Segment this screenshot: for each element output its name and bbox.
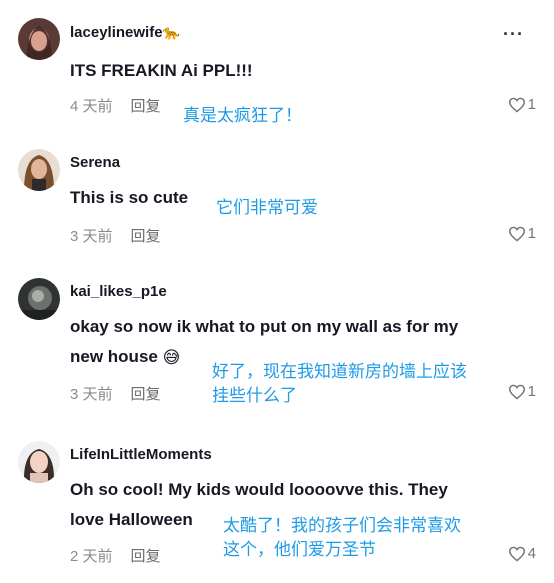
reply-button[interactable]: 回复 <box>131 386 161 403</box>
timestamp: 2 天前 <box>70 548 113 565</box>
heart-outline-icon <box>508 546 525 562</box>
timestamp: 4 天前 <box>70 98 113 115</box>
translation-annotation: 太酷了！我的孩子们会非常喜欢 这个，他们爱万圣节 <box>223 516 461 560</box>
comment-text: ITS FREAKIN Ai PPL!!! <box>70 61 253 80</box>
like-button[interactable]: 1 <box>508 96 536 113</box>
avatar[interactable] <box>18 149 60 191</box>
avatar[interactable] <box>18 441 60 483</box>
reply-button[interactable]: 回复 <box>131 228 161 245</box>
avatar[interactable] <box>18 278 60 320</box>
reply-button[interactable]: 回复 <box>131 98 161 115</box>
comment-item: Serena This is so cute 它们非常可爱 3 天前 回复 1 <box>0 140 554 270</box>
comment-item: kai_likes_p1e okay so now ik what to put… <box>0 270 554 430</box>
username[interactable]: kai_likes_p1e <box>70 283 167 300</box>
comment-meta: 3 天前 回复 <box>70 225 161 246</box>
like-count: 1 <box>527 225 536 242</box>
comment-item: laceylinewife🐆 ··· ITS FREAKIN Ai PPL!!!… <box>0 0 554 140</box>
translation-annotation: 真是太疯狂了！ <box>183 106 302 126</box>
like-button[interactable]: 1 <box>508 225 536 242</box>
comment-meta: 3 天前 回复 <box>70 383 161 404</box>
timestamp: 3 天前 <box>70 228 113 245</box>
timestamp: 3 天前 <box>70 386 113 403</box>
like-count: 1 <box>527 383 536 400</box>
more-dots-icon[interactable]: ··· <box>503 24 524 45</box>
like-button[interactable]: 1 <box>508 383 536 400</box>
username[interactable]: laceylinewife🐆 <box>70 24 180 41</box>
leopard-emoji-icon: 🐆 <box>162 24 180 40</box>
like-count: 1 <box>527 96 536 113</box>
heart-outline-icon <box>508 226 525 242</box>
translation-annotation: 好了，现在我知道新房的墙上应该 挂些什么了 <box>212 362 467 406</box>
username[interactable]: Serena <box>70 154 120 171</box>
translation-annotation: 它们非常可爱 <box>216 198 318 218</box>
heart-outline-icon <box>508 97 525 113</box>
username[interactable]: LifeInLittleMoments <box>70 446 212 463</box>
comment-meta: 4 天前 回复 <box>70 95 161 116</box>
sweat-smile-emoji-icon: 😅 <box>162 347 181 367</box>
comment-meta: 2 天前 回复 <box>70 545 161 566</box>
like-count: 4 <box>527 545 536 562</box>
comment-item: LifeInLittleMoments Oh so cool! My kids … <box>0 430 554 583</box>
avatar[interactable] <box>18 18 60 60</box>
reply-button[interactable]: 回复 <box>131 548 161 565</box>
like-button[interactable]: 4 <box>508 545 536 562</box>
heart-outline-icon <box>508 384 525 400</box>
